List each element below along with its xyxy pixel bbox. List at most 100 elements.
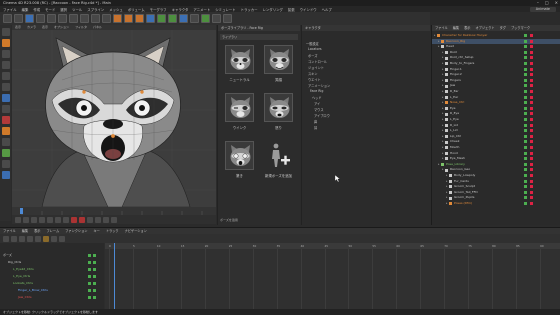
object-name[interactable]: R_Lid <box>450 123 458 128</box>
go-to-end-icon[interactable] <box>63 216 69 223</box>
menu-item[interactable]: スプライン <box>87 7 104 12</box>
menu-item[interactable]: 作成 <box>33 7 40 12</box>
expand-arrow-icon[interactable]: ▸ <box>442 78 444 83</box>
menu-item[interactable]: トラッカー <box>241 7 258 12</box>
visibility-dot-icon[interactable] <box>524 84 527 88</box>
tree-item[interactable]: アイブロウ <box>314 113 330 118</box>
menu-item[interactable]: メッシュ <box>109 7 123 12</box>
object-row[interactable]: ▸ Poses (Dfm) <box>432 201 560 206</box>
polygons-mode-icon[interactable] <box>1 83 10 91</box>
tag-icon[interactable] <box>530 140 533 144</box>
object-name[interactable]: L_Lid <box>450 128 458 133</box>
object-row[interactable]: ▸ Fingers <box>432 78 560 83</box>
menu-item[interactable]: 編集 <box>22 7 29 12</box>
object-name[interactable]: Root_ctrl_Setup <box>450 55 473 60</box>
expand-arrow-icon[interactable]: ▸ <box>442 128 444 133</box>
object-name[interactable]: Groom_Pupils <box>454 195 474 200</box>
visibility-dot-icon[interactable] <box>524 112 527 116</box>
edges-mode-icon[interactable] <box>1 72 10 80</box>
expand-arrow-icon[interactable]: ▸ <box>442 72 444 77</box>
object-name[interactable]: Eye_Mesh <box>450 156 465 161</box>
position-key-icon[interactable] <box>95 216 101 223</box>
tag-icon[interactable] <box>530 84 533 88</box>
object-row[interactable]: ▸ Eye_Mesh <box>432 156 560 161</box>
scale-key-icon[interactable] <box>111 216 117 223</box>
expand-arrow-icon[interactable]: ▸ <box>434 33 436 38</box>
expand-arrow-icon[interactable]: ▸ <box>442 89 444 94</box>
object-name[interactable]: Body_Lowpoly <box>454 173 475 178</box>
pose-tile[interactable]: 驚き <box>221 141 258 181</box>
object-name[interactable]: Pose_Library <box>446 162 465 167</box>
spline-pen-icon[interactable] <box>157 14 166 23</box>
floor-icon[interactable] <box>201 14 210 23</box>
tag-icon[interactable] <box>530 34 533 37</box>
tag-icon[interactable] <box>530 185 533 189</box>
object-name[interactable]: Raccoon_Geo <box>450 167 470 172</box>
rotation-key-icon[interactable] <box>103 216 109 223</box>
minimize-icon[interactable]: – <box>537 0 539 5</box>
om-menu-item[interactable]: ファイル <box>435 25 448 31</box>
object-row[interactable]: ▸ R_Eye <box>432 111 560 116</box>
om-menu-item[interactable]: ブックマーク <box>511 25 530 31</box>
expand-arrow-icon[interactable]: ▸ <box>442 95 444 100</box>
expand-arrow-icon[interactable]: ▸ <box>442 100 444 105</box>
light-icon[interactable] <box>223 14 232 23</box>
menu-item[interactable]: シミュレート <box>215 7 235 12</box>
visibility-dot-icon[interactable] <box>524 151 527 155</box>
menu-item[interactable]: モード <box>45 7 55 12</box>
menu-item[interactable]: レンダリング <box>263 7 283 12</box>
expand-arrow-icon[interactable]: ▸ <box>446 201 448 206</box>
timeline-track[interactable]: Jaw_Ctrls <box>18 295 32 299</box>
points-mode-icon[interactable] <box>1 61 10 69</box>
tag-icon[interactable] <box>530 118 533 121</box>
expand-arrow-icon[interactable]: ▸ <box>442 151 444 156</box>
texture-mode-icon[interactable] <box>1 50 10 58</box>
tree-item[interactable]: ウエイト <box>308 77 321 82</box>
tag-icon[interactable] <box>530 151 533 155</box>
menu-item[interactable]: ヘルプ <box>322 7 332 12</box>
menu-item[interactable]: ウインドウ <box>300 7 317 12</box>
next-frame-icon[interactable] <box>47 216 53 223</box>
object-row[interactable]: ▸ Finger.1 <box>432 67 560 72</box>
tree-item[interactable]: アイ <box>314 101 320 106</box>
render-view-icon[interactable] <box>113 14 122 23</box>
visibility-dot-icon[interactable] <box>524 67 527 71</box>
expand-arrow-icon[interactable]: ▸ <box>442 123 444 128</box>
object-row[interactable]: ▸ Hood <box>432 151 560 156</box>
tag-icon[interactable] <box>530 56 533 60</box>
tag-icon[interactable] <box>530 62 533 65</box>
y-axis-icon[interactable] <box>80 14 89 23</box>
menu-item[interactable]: 拡張 <box>288 7 295 12</box>
x-axis-icon[interactable] <box>69 14 78 23</box>
object-row[interactable]: ▸ Jaw <box>432 83 560 88</box>
tree-item[interactable]: コントロール <box>308 59 327 64</box>
object-row[interactable]: ▸ R_Lid <box>432 123 560 128</box>
expand-arrow-icon[interactable]: ▸ <box>442 50 444 55</box>
expand-arrow-icon[interactable]: ▸ <box>442 156 444 161</box>
next-key-icon[interactable] <box>55 216 61 223</box>
visibility-dot-icon[interactable] <box>524 78 527 82</box>
track-solo-icon[interactable] <box>93 254 96 257</box>
object-row[interactable]: ▸ Body_Lowpoly <box>432 173 560 178</box>
object-row[interactable]: ▸ Eye <box>432 106 560 111</box>
object-row[interactable]: ▸ L_Eye <box>432 117 560 122</box>
tree-item[interactable]: 一般設定 <box>306 41 319 46</box>
tag-icon[interactable] <box>530 190 533 194</box>
object-row[interactable]: ▸ Cheek <box>432 139 560 144</box>
visibility-dot-icon[interactable] <box>524 196 527 200</box>
object-row[interactable]: ▸ Body_to_Fingers <box>432 61 560 66</box>
expand-arrow-icon[interactable]: ▸ <box>442 111 444 116</box>
object-name[interactable]: Root <box>450 50 457 55</box>
tl-menu-item[interactable]: ナビゲーション <box>125 228 147 234</box>
visibility-dot-icon[interactable] <box>524 146 527 149</box>
track-enable-icon[interactable] <box>88 268 91 271</box>
timeline-track[interactable]: Rig_Ctrls <box>8 260 21 264</box>
expand-arrow-icon[interactable]: ▸ <box>446 184 448 189</box>
viewport-timeslider[interactable] <box>12 207 216 215</box>
visibility-dot-icon[interactable] <box>524 162 527 166</box>
object-name[interactable]: R_Ear <box>450 89 459 94</box>
object-name[interactable]: Nose_Ctrl <box>450 100 464 105</box>
visibility-dot-icon[interactable] <box>524 34 527 37</box>
expand-arrow-icon[interactable]: ▸ <box>438 162 440 167</box>
maximize-icon[interactable]: □ <box>545 0 549 5</box>
